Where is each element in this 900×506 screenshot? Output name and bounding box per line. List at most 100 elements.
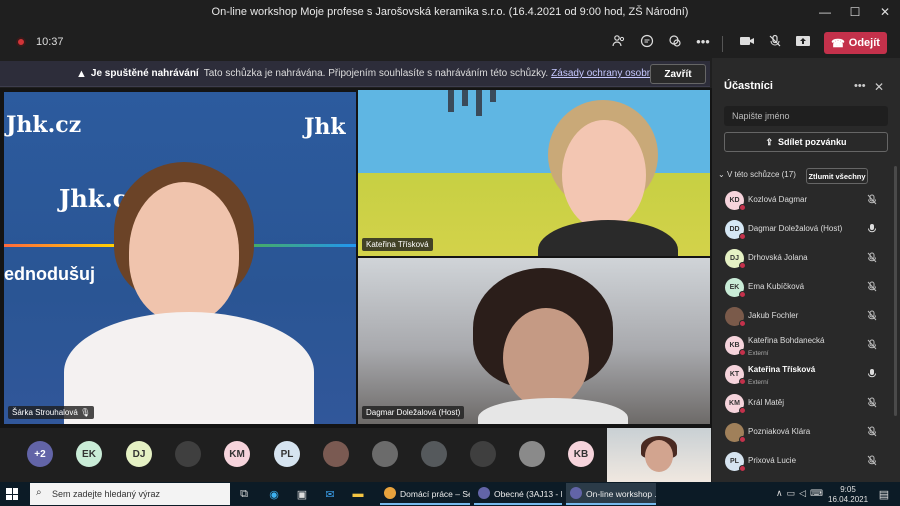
warning-icon: ▲ [76, 67, 87, 80]
video-tile-top-right[interactable]: Kateřina Třísková [358, 90, 710, 256]
participant-avatar[interactable]: PL [274, 441, 300, 467]
notifications-icon[interactable]: ▤ [876, 486, 892, 502]
edge-icon[interactable]: ◉ [266, 486, 282, 502]
mic-off-icon[interactable] [764, 30, 786, 52]
taskbar-app-button[interactable]: Domácí práce – Se... [380, 483, 470, 505]
participant-row[interactable]: Pozniaková Klára [712, 418, 900, 447]
participant-avatar: KD [725, 191, 746, 211]
av-controls [736, 30, 814, 52]
participant-avatar: KM [725, 394, 746, 414]
taskbar-search-input[interactable]: Sem zadejte hledaný výraz [30, 483, 230, 505]
mic-off-icon[interactable] [867, 252, 879, 264]
mic-off-icon[interactable] [867, 310, 879, 322]
reactions-icon[interactable] [664, 30, 686, 52]
participant-avatar [725, 423, 746, 443]
participant-photo-avatar[interactable] [470, 441, 496, 467]
participant-strip: +2 EK DJ KM PL KB [0, 428, 712, 482]
participant-row[interactable]: KD Kozlová Dagmar [712, 186, 900, 215]
tray-chevron-icon[interactable]: ∧ [776, 488, 783, 499]
task-view-icon[interactable]: ⧉ [236, 486, 252, 502]
participant-avatar[interactable]: EK [76, 441, 102, 467]
share-invite-button[interactable]: ⇪ Sdílet pozvánku [724, 132, 888, 152]
windows-start-icon[interactable] [6, 488, 18, 500]
participant-row[interactable]: DJ Drhovská Jolana [712, 244, 900, 273]
participant-avatar: KB [725, 336, 746, 356]
participant-row[interactable]: Jakub Fochler [712, 302, 900, 331]
minimize-button[interactable]: — [810, 0, 840, 24]
participant-photo-avatar[interactable] [175, 441, 201, 467]
participant-photo-avatar[interactable] [323, 441, 349, 467]
status-dot [739, 320, 746, 327]
taskbar-clock[interactable]: 9:05 16.04.2021 [828, 485, 868, 505]
people-icon[interactable] [608, 30, 630, 52]
status-dot [739, 465, 746, 472]
participant-avatar: KT [725, 365, 746, 385]
more-icon[interactable]: ••• [692, 30, 714, 52]
participant-photo-avatar[interactable] [421, 441, 447, 467]
taskbar-app-button[interactable]: Obecné (3AJ13 - K... [474, 483, 562, 505]
mic-on-icon[interactable] [867, 223, 879, 235]
volume-icon[interactable]: ◁ [799, 488, 806, 499]
participant-photo-avatar[interactable] [519, 441, 545, 467]
chevron-down-icon: ⌄ [718, 170, 725, 179]
close-panel-icon[interactable]: ✕ [874, 80, 884, 94]
window-title: On-line workshop Moje profese s Jarošovs… [211, 6, 689, 18]
participant-search-input[interactable]: Napište jméno [724, 106, 888, 126]
participant-video [538, 100, 678, 256]
close-window-button[interactable]: ✕ [870, 0, 900, 24]
network-icon[interactable]: ▭ [787, 488, 796, 499]
avatar-initials: KM [729, 400, 740, 407]
participant-row[interactable]: KB Kateřina Bohdanecká Externí [712, 331, 900, 360]
language-icon[interactable]: ⌨ [810, 488, 823, 499]
video-stage: Jhk.cz Jhk Jhk.cz ednodušuj Šárka Strouh… [0, 88, 712, 428]
status-dot [739, 262, 746, 269]
tile-name-tag: Dagmar Doležalová (Host) [362, 406, 465, 419]
mic-off-icon[interactable] [867, 281, 879, 293]
video-tile-bottom-right[interactable]: Dagmar Doležalová (Host) [358, 258, 710, 424]
participant-avatar[interactable]: KM [224, 441, 250, 467]
participant-row[interactable]: KM Král Matěj [712, 389, 900, 418]
mic-off-icon[interactable] [867, 194, 879, 206]
participant-photo-avatar[interactable] [372, 441, 398, 467]
store-icon[interactable]: ▣ [294, 486, 310, 502]
participant-avatar: PL [725, 452, 746, 472]
leave-meeting-button[interactable]: ☎ Odejít [824, 32, 887, 54]
recording-banner: ▲ Je spuštěné nahrávání Tato schůzka je … [0, 61, 710, 87]
participant-avatar[interactable]: KB [568, 441, 594, 467]
mic-on-icon[interactable] [867, 368, 879, 380]
explorer-icon[interactable]: ▬ [350, 486, 366, 502]
chat-icon[interactable] [636, 30, 658, 52]
panel-scrollbar[interactable] [894, 166, 897, 416]
meeting-timer: 10:37 [36, 36, 64, 48]
mic-icon: 🎙 [80, 408, 91, 417]
share-screen-icon[interactable] [792, 30, 814, 52]
participant-row[interactable]: KT Kateřina Třísková Externí [712, 360, 900, 389]
participant-row[interactable]: EK Ema Kubíčková [712, 273, 900, 302]
windows-taskbar: Sem zadejte hledaný výraz ⌕ ⧉ ◉ ▣ ✉ ▬ Do… [0, 482, 900, 506]
mail-icon[interactable]: ✉ [322, 486, 338, 502]
mic-off-icon[interactable] [867, 455, 879, 467]
participant-avatar[interactable]: DJ [126, 441, 152, 467]
overflow-count-button[interactable]: +2 [27, 441, 53, 467]
dismiss-banner-button[interactable]: Zavřít [650, 64, 706, 84]
participant-row[interactable]: PL Prixová Lucie [712, 447, 900, 476]
more-options-icon[interactable]: ••• [854, 80, 866, 92]
toolbar-divider [722, 36, 723, 52]
in-meeting-section-header[interactable]: ⌄ V této schůzce (17) [718, 170, 796, 179]
camera-icon[interactable] [736, 30, 758, 52]
tile-name-tag: Šárka Strouhalová 🎙 [8, 406, 95, 419]
participant-body [478, 398, 628, 424]
status-dot [739, 436, 746, 443]
mic-off-icon[interactable] [867, 397, 879, 409]
mic-off-icon[interactable] [867, 426, 879, 438]
tile-name-tag: Kateřina Třísková [362, 238, 433, 251]
mute-all-button[interactable]: Ztlumit všechny [806, 168, 868, 184]
app-icon [384, 487, 396, 499]
video-tile-main[interactable]: Jhk.cz Jhk Jhk.cz ednodušuj Šárka Strouh… [4, 92, 356, 424]
maximize-button[interactable]: ☐ [840, 0, 870, 24]
self-view-video[interactable] [607, 428, 711, 482]
taskbar-app-button[interactable]: On-line workshop ... [566, 483, 656, 505]
participant-row[interactable]: DD Dagmar Doležalová (Host) [712, 215, 900, 244]
leave-label: Odejít [848, 37, 880, 49]
mic-off-icon[interactable] [867, 339, 879, 351]
